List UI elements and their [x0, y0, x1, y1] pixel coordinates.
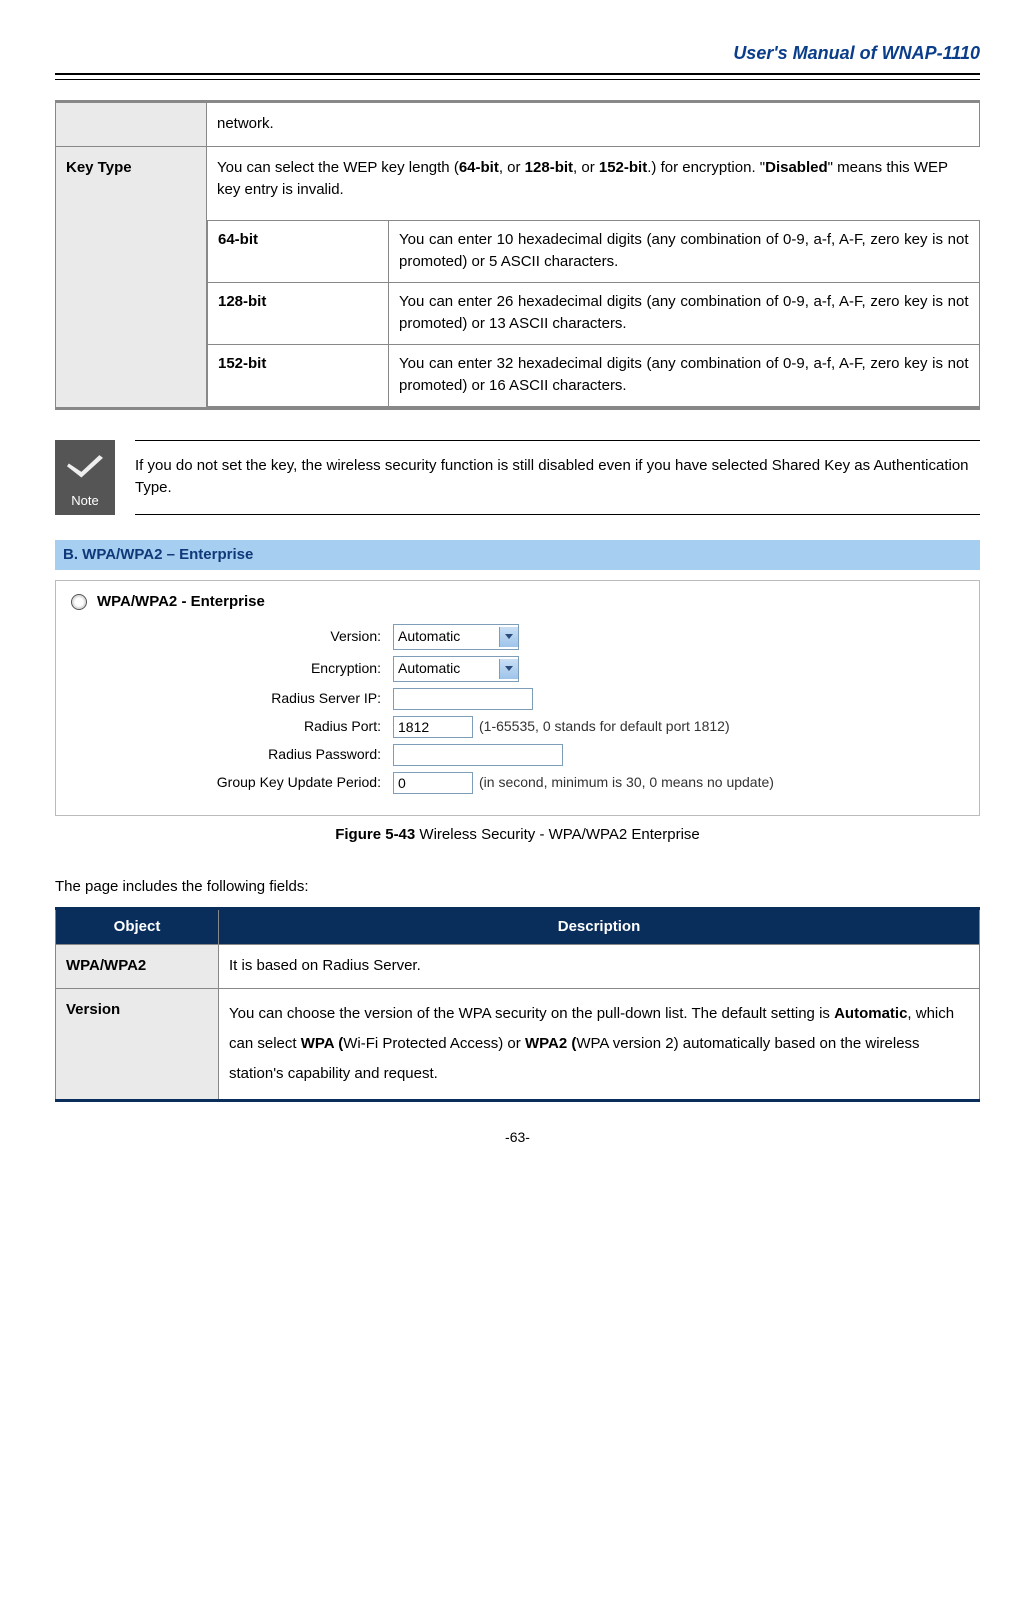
text: You can choose the version of the WPA se… — [229, 1005, 834, 1022]
sub-64-desc: You can enter 10 hexadecimal digits (any… — [389, 220, 980, 282]
sub-152-desc: You can enter 32 hexadecimal digits (any… — [389, 344, 980, 406]
text: You can select the WEP key length ( — [217, 159, 459, 176]
text: , or — [499, 159, 525, 176]
note-text: If you do not set the key, the wireless … — [135, 440, 980, 515]
bold-152: 152-bit — [599, 159, 647, 176]
key-type-intro: You can select the WEP key length (64-bi… — [207, 147, 980, 212]
group-key-hint: (in second, minimum is 30, 0 means no up… — [479, 772, 774, 793]
bold-disabled: Disabled — [765, 159, 828, 176]
text: , or — [573, 159, 599, 176]
version-select[interactable]: Automatic — [393, 624, 519, 650]
note-icon: Note — [55, 440, 115, 515]
header-rule-thick — [55, 73, 980, 75]
empty-label-cell — [56, 102, 207, 147]
radius-port-label: Radius Port: — [71, 716, 393, 737]
note-block: Note If you do not set the key, the wire… — [55, 440, 980, 515]
version-desc: You can choose the version of the WPA se… — [219, 988, 980, 1100]
fields-table: Object Description WPA/WPA2 It is based … — [55, 907, 980, 1102]
radius-pw-row: Radius Password: — [71, 744, 964, 766]
bold-64: 64-bit — [459, 159, 499, 176]
network-cell: network. — [207, 102, 980, 147]
table-row: Key Type You can select the WEP key leng… — [56, 146, 980, 408]
chevron-down-icon — [499, 627, 518, 647]
encryption-select[interactable]: Automatic — [393, 656, 519, 682]
radius-port-hint: (1-65535, 0 stands for default port 1812… — [479, 716, 730, 737]
bold: WPA2 ( — [525, 1035, 576, 1052]
figure-caption-bold: Figure 5-43 — [335, 826, 415, 843]
sub-128-label: 128-bit — [208, 282, 389, 344]
sub-152-label: 152-bit — [208, 344, 389, 406]
encryption-value: Automatic — [398, 658, 460, 679]
sub-128-desc: You can enter 26 hexadecimal digits (any… — [389, 282, 980, 344]
section-heading: B. WPA/WPA2 – Enterprise — [55, 540, 980, 571]
radius-ip-row: Radius Server IP: — [71, 688, 964, 710]
bold-128: 128-bit — [525, 159, 573, 176]
version-label-cell: Version — [56, 988, 219, 1100]
wpa-desc: It is based on Radius Server. — [219, 945, 980, 989]
table-row: 64-bit You can enter 10 hexadecimal digi… — [208, 220, 980, 282]
page-number: -63- — [55, 1127, 980, 1148]
radio-icon[interactable] — [71, 594, 87, 610]
radius-port-row: Radius Port: (1-65535, 0 stands for defa… — [71, 716, 964, 738]
chevron-down-icon — [499, 659, 518, 679]
figure-caption: Figure 5-43 Wireless Security - WPA/WPA2… — [55, 824, 980, 847]
table-row: 128-bit You can enter 26 hexadecimal dig… — [208, 282, 980, 344]
radius-pw-label: Radius Password: — [71, 744, 393, 765]
text: .) for encryption. " — [647, 159, 765, 176]
group-key-input[interactable] — [393, 772, 473, 794]
version-row: Version: Automatic — [71, 624, 964, 650]
bold: WPA ( — [301, 1035, 344, 1052]
table-row: WPA/WPA2 It is based on Radius Server. — [56, 945, 980, 989]
key-type-table: network. Key Type You can select the WEP… — [55, 100, 980, 410]
version-label: Version: — [71, 626, 393, 647]
sub-64-label: 64-bit — [208, 220, 389, 282]
wpa-label: WPA/WPA2 — [56, 945, 219, 989]
page-header-title: User's Manual of WNAP-1110 — [55, 40, 980, 67]
group-key-label: Group Key Update Period: — [71, 772, 393, 793]
radio-label: WPA/WPA2 - Enterprise — [97, 591, 265, 614]
figure-caption-text: Wireless Security - WPA/WPA2 Enterprise — [415, 826, 700, 843]
encryption-row: Encryption: Automatic — [71, 656, 964, 682]
radius-port-input[interactable] — [393, 716, 473, 738]
note-icon-label: Note — [71, 491, 98, 511]
figure-panel: WPA/WPA2 - Enterprise Version: Automatic… — [55, 580, 980, 816]
radio-enterprise-row: WPA/WPA2 - Enterprise — [71, 591, 964, 614]
radius-ip-label: Radius Server IP: — [71, 688, 393, 709]
version-value: Automatic — [398, 626, 460, 647]
table-row: network. — [56, 102, 980, 147]
key-type-content: You can select the WEP key length (64-bi… — [207, 146, 980, 408]
col-description: Description — [219, 908, 980, 945]
table-row: Version You can choose the version of th… — [56, 988, 980, 1100]
fields-intro: The page includes the following fields: — [55, 876, 980, 899]
key-length-subtable: 64-bit You can enter 10 hexadecimal digi… — [207, 220, 980, 407]
radius-pw-input[interactable] — [393, 744, 563, 766]
encryption-label: Encryption: — [71, 658, 393, 679]
key-type-label: Key Type — [56, 146, 207, 408]
text: Wi-Fi Protected Access) or — [343, 1035, 525, 1052]
header-rule-thin — [55, 79, 980, 80]
table-row: 152-bit You can enter 32 hexadecimal dig… — [208, 344, 980, 406]
table-header-row: Object Description — [56, 908, 980, 945]
bold: Automatic — [834, 1005, 907, 1022]
group-key-row: Group Key Update Period: (in second, min… — [71, 772, 964, 794]
radius-ip-input[interactable] — [393, 688, 533, 710]
col-object: Object — [56, 908, 219, 945]
